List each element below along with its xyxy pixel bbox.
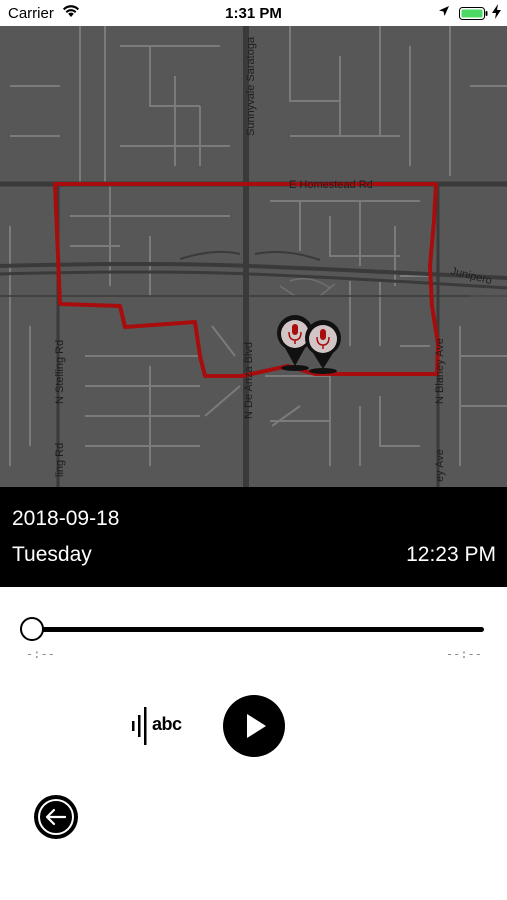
status-bar: Carrier 1:31 PM [0, 0, 507, 26]
transcribe-label: abc [152, 714, 182, 734]
audio-player: -:-- --:-- abc [0, 587, 507, 900]
street-label: N De Anza Blvd [243, 342, 255, 419]
street-label: N Stelling Rd [54, 340, 66, 404]
charging-bolt-icon [492, 4, 501, 19]
transcribe-button[interactable]: abc [130, 705, 190, 747]
street-label: ey Ave [434, 449, 446, 482]
street-label: N Blaney Ave [434, 338, 446, 404]
recording-date: 2018-09-18 [12, 507, 120, 530]
recording-info: 2018-09-18 Tuesday 12:23 PM [0, 487, 507, 587]
location-arrow-icon [439, 6, 449, 16]
waveform-icon [132, 707, 147, 745]
arrow-left-icon [38, 799, 74, 835]
remaining-time: --:-- [445, 647, 482, 661]
back-button[interactable] [34, 795, 78, 839]
recording-time: 12:23 PM [406, 543, 496, 566]
recording-weekday: Tuesday [12, 543, 92, 566]
street-label: Sunnyvale Saratoga [245, 36, 257, 136]
progress-slider[interactable] [32, 627, 484, 632]
play-button[interactable] [223, 695, 285, 757]
slider-knob[interactable] [20, 617, 44, 641]
street-label: E Homestead Rd [289, 179, 373, 191]
elapsed-time: -:-- [26, 647, 55, 661]
play-icon [247, 714, 266, 738]
street-label: ling Rd [54, 443, 66, 477]
route-map[interactable]: E Homestead Rd Sunnyvale Saratoga Junipe… [0, 26, 507, 487]
battery-icon [459, 7, 488, 20]
status-time: 1:31 PM [225, 5, 282, 22]
